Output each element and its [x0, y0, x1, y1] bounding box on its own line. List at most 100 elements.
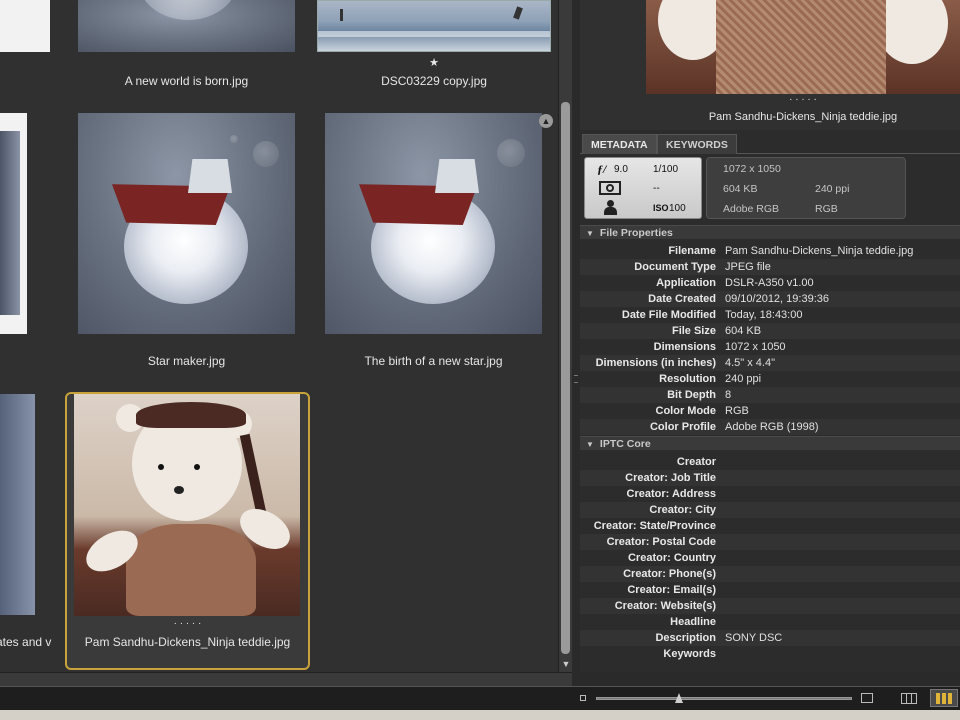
metadata-value[interactable]: 1072 x 1050: [725, 339, 786, 355]
metadata-placard: ƒ/ 9.0 1/100 -- ISO 100 1072 x 1050 604 …: [580, 155, 960, 221]
exposure-comp-value: --: [653, 183, 660, 194]
metadata-row: Date File Modified Today, 18:43:00: [580, 307, 960, 323]
metadata-key: Color Profile: [649, 421, 716, 433]
thumbnail-image: [317, 0, 551, 52]
scrollbar-thumb[interactable]: [561, 102, 570, 654]
metadata-row: Color Mode RGB: [580, 403, 960, 419]
shutter-value: 1/100: [653, 164, 679, 175]
metadata-row: Creator: City: [580, 502, 960, 518]
placard-resolution: 240 ppi: [815, 183, 850, 195]
metadata-value[interactable]: 604 KB: [725, 323, 761, 339]
metadata-key: Creator: [676, 456, 716, 468]
expand-triangle-icon[interactable]: ▼: [586, 440, 594, 449]
placard-size: 604 KB: [723, 183, 758, 195]
metadata-key: Creator: Website(s): [614, 600, 716, 612]
metadata-row: Creator: Country: [580, 550, 960, 566]
metadata-row: Resolution 240 ppi: [580, 371, 960, 387]
metadata-key: Description: [655, 632, 716, 644]
grid-view-icon[interactable]: [901, 693, 917, 704]
section-title: IPTC Core: [599, 438, 651, 450]
section-iptc-core[interactable]: ▼ IPTC Core: [580, 436, 960, 450]
thumbnail-image-left-partial[interactable]: [0, 113, 27, 334]
placard-mode: RGB: [815, 203, 838, 215]
thumbnail-ninja-teddie[interactable]: · · · · · Pam Sandhu-Dickens_Ninja teddi…: [65, 392, 310, 670]
metadata-row: Creator: Address: [580, 486, 960, 502]
metadata-row: Filename Pam Sandhu-Dickens_Ninja teddie.…: [580, 243, 960, 259]
metadata-key: Creator: Address: [626, 488, 716, 500]
thumbnail-image-left-partial[interactable]: [0, 394, 35, 615]
thumbnail-image: [78, 113, 295, 334]
panel-splitter[interactable]: [572, 0, 580, 672]
metadata-key: Color Mode: [655, 405, 717, 417]
metadata-key: Dimensions (in inches): [595, 357, 716, 369]
metadata-row: Creator: State/Province: [580, 518, 960, 534]
preview-caption: Pam Sandhu-Dickens_Ninja teddie.jpg: [708, 111, 898, 123]
small-thumb-icon[interactable]: [580, 695, 586, 701]
content-horizontal-scrollbar[interactable]: [0, 672, 572, 686]
content-panel: A new world is born.jpg ★ DSC03229 copy.…: [0, 0, 558, 672]
scroll-down-icon[interactable]: ▼: [559, 658, 573, 670]
metadata-key: Date File Modified: [621, 309, 716, 321]
expand-triangle-icon[interactable]: ▼: [586, 229, 594, 238]
metadata-row: Creator: [580, 454, 960, 470]
metadata-value[interactable]: 240 ppi: [725, 371, 761, 387]
metadata-row: Dimensions (in inches) 4.5" x 4.4": [580, 355, 960, 371]
placard-profile: Adobe RGB: [723, 203, 780, 215]
bottom-area: [0, 672, 960, 720]
metadata-row: Application DSLR-A350 v1.00: [580, 275, 960, 291]
metadata-value[interactable]: 09/10/2012, 19:39:36: [725, 291, 829, 307]
metadata-row: Keywords: [580, 646, 960, 662]
metadata-key: Creator: Email(s): [627, 584, 716, 596]
content-vertical-scrollbar[interactable]: ▼: [558, 0, 572, 672]
metadata-value[interactable]: DSLR-A350 v1.00: [725, 275, 814, 291]
os-taskbar: [0, 710, 960, 720]
thumbnail-image: [325, 113, 542, 334]
metadata-value[interactable]: 8: [725, 387, 731, 403]
right-panel: · · · · · Pam Sandhu-Dickens_Ninja teddi…: [580, 0, 960, 672]
metadata-key: Application: [656, 277, 716, 289]
metadata-value[interactable]: 4.5" x 4.4": [725, 355, 775, 371]
file-data-box: 1072 x 1050 604 KB 240 ppi Adobe RGB RGB: [706, 157, 906, 219]
thumbnail-a-new-world[interactable]: A new world is born.jpg: [78, 0, 295, 90]
thumbnail-star-maker[interactable]: Star maker.jpg: [78, 113, 295, 373]
preview-dots: · · · · ·: [789, 94, 817, 105]
metadata-value[interactable]: Today, 18:43:00: [725, 307, 802, 323]
thumbnail-image-left-partial[interactable]: [0, 0, 50, 52]
preview-panel: · · · · · Pam Sandhu-Dickens_Ninja teddi…: [580, 0, 960, 130]
metadata-value[interactable]: RGB: [725, 403, 749, 419]
metadata-row: Headline: [580, 614, 960, 630]
metadata-value[interactable]: SONY DSC: [725, 630, 782, 646]
tab-keywords[interactable]: KEYWORDS: [657, 134, 737, 154]
thumbnail-caption: A new world is born.jpg: [124, 74, 249, 88]
metadata-row: Creator: Postal Code: [580, 534, 960, 550]
metadata-value[interactable]: JPEG file: [725, 259, 771, 275]
metadata-row: Color Profile Adobe RGB (1998): [580, 419, 960, 435]
scroll-up-icon[interactable]: ▲: [539, 114, 553, 128]
metadata-value[interactable]: Adobe RGB (1998): [725, 419, 819, 435]
metadata-row: Creator: Website(s): [580, 598, 960, 614]
metadata-value[interactable]: Pam Sandhu-Dickens_Ninja teddie.jpg: [725, 243, 913, 259]
section-file-properties[interactable]: ▼ File Properties: [580, 225, 960, 239]
thumbnail-birth-of-new-star[interactable]: The birth of a new star.jpg: [325, 113, 542, 373]
metadata-key: Creator: Job Title: [625, 472, 716, 484]
thumbnail-view-icon[interactable]: [930, 689, 958, 707]
thumbnail-dots: · · · · ·: [173, 618, 202, 629]
thumbnail-caption: DSC03229 copy.jpg: [381, 74, 487, 88]
status-bar: [0, 686, 960, 710]
thumbnail-image: [78, 0, 295, 52]
large-thumb-icon[interactable]: [861, 693, 873, 703]
rating-star[interactable]: ★: [317, 56, 551, 69]
tab-metadata[interactable]: METADATA: [582, 134, 657, 154]
metadata-key: Headline: [670, 616, 716, 628]
iso-label: ISO: [653, 203, 669, 213]
metering-icon: [599, 181, 621, 195]
preview-image: [646, 0, 960, 94]
thumbnail-size-slider[interactable]: [596, 697, 852, 700]
metadata-row: Bit Depth 8: [580, 387, 960, 403]
thumbnail-caption: The birth of a new star.jpg: [364, 354, 503, 368]
camera-data-box: ƒ/ 9.0 1/100 -- ISO 100: [584, 157, 702, 219]
thumbnail-dsc03229[interactable]: ★ DSC03229 copy.jpg: [317, 0, 551, 90]
thumbnail-caption: Star maker.jpg: [147, 354, 226, 368]
metadata-key: Filename: [668, 245, 716, 257]
metadata-row: Creator: Job Title: [580, 470, 960, 486]
